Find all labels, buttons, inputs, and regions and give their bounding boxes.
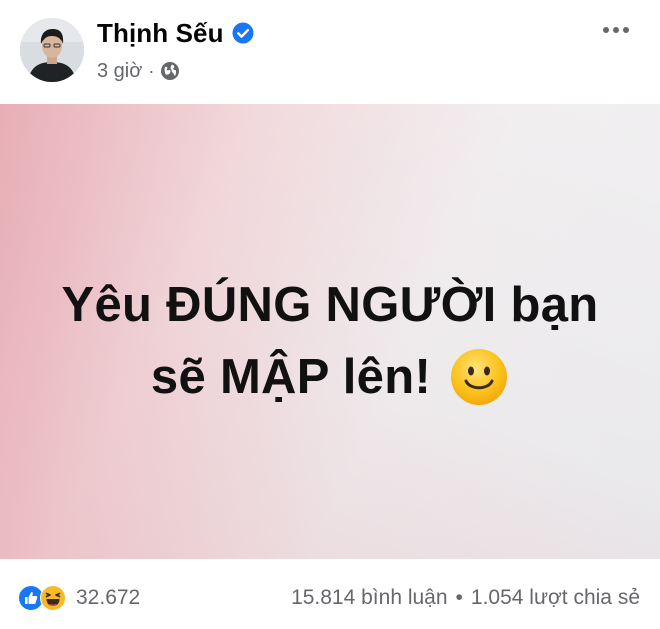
post-text-card[interactable]: Yêu ĐÚNG NGƯỜI bạn sẽ MẬP lên!: [0, 104, 660, 559]
post-footer: 32.672 15.814 bình luận • 1.054 lượt chi…: [0, 559, 660, 629]
reactions-summary[interactable]: 32.672: [18, 583, 140, 613]
stats-separator: •: [455, 586, 463, 609]
author-name[interactable]: Thịnh Sếu: [97, 18, 224, 49]
globe-icon[interactable]: [160, 61, 180, 81]
more-dot: [613, 27, 619, 33]
post-text-line-2-row: sẽ MẬP lên!: [0, 347, 660, 407]
post-text-line-2: sẽ MẬP lên!: [150, 350, 432, 404]
engagement-stats: 15.814 bình luận • 1.054 lượt chia sẻ: [291, 583, 640, 613]
shares-count-link[interactable]: 1.054 lượt chia sẻ: [471, 586, 640, 610]
avatar-image: [20, 18, 84, 82]
haha-reaction-icon: [40, 585, 66, 611]
comments-count-link[interactable]: 15.814 bình luận: [291, 586, 447, 610]
more-dot: [603, 27, 609, 33]
reaction-count: 32.672: [76, 586, 141, 609]
more-dot: [623, 27, 629, 33]
post-time[interactable]: 3 giờ: [97, 60, 142, 83]
verified-badge-icon: [232, 22, 254, 44]
post-header: Thịnh Sếu 3 giờ ·: [0, 0, 660, 104]
smiley-emoji-icon: [449, 347, 509, 407]
more-options-icon[interactable]: [598, 16, 634, 44]
meta-separator: ·: [148, 60, 155, 81]
author-avatar[interactable]: [20, 18, 84, 82]
facebook-post: Thịnh Sếu 3 giờ · Yêu ĐÚNG NGƯỜI bạn sẽ …: [0, 0, 660, 629]
author-link[interactable]: Thịnh Sếu: [97, 17, 254, 49]
post-text-line-1: Yêu ĐÚNG NGƯỜI bạn: [61, 278, 599, 332]
post-meta: 3 giờ ·: [97, 58, 180, 84]
